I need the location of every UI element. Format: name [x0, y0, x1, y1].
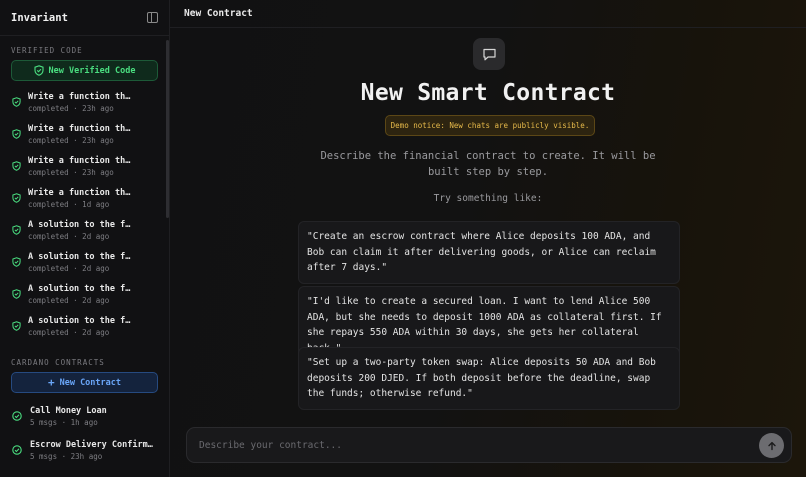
contract-input[interactable]: [199, 428, 739, 462]
contract-item-title: Escrow Delivery Confirm…: [30, 439, 153, 450]
verified-item-meta: completed · 2d ago: [28, 327, 110, 337]
sidebar-scrollbar[interactable]: [166, 40, 169, 218]
suggestion-card[interactable]: "Create an escrow contract where Alice d…: [298, 221, 680, 284]
verified-item-text: Write a function th… completed · 23h ago: [28, 124, 130, 145]
arrow-up-icon: [767, 441, 776, 450]
verified-item-meta: completed · 2d ago: [28, 263, 110, 273]
contract-item-meta: 5 msgs · 1h ago: [30, 417, 98, 427]
app-title: Invariant: [11, 11, 68, 24]
contract-item[interactable]: Call Money Loan 5 msgs · 1h ago: [0, 399, 169, 433]
page-heading: New Smart Contract: [360, 80, 616, 106]
verified-item-text: A solution to the f… completed · 2d ago: [28, 220, 130, 241]
demo-notice-badge: Demo notice: New chats are publicly visi…: [385, 115, 595, 136]
shield-check-icon: [12, 193, 21, 203]
verified-item-title: A solution to the f…: [28, 315, 131, 326]
shield-check-icon: [12, 97, 21, 107]
verified-item-title: A solution to the f…: [28, 283, 131, 294]
plus-icon: +: [47, 376, 55, 389]
verified-item-meta: completed · 23h ago: [28, 167, 114, 177]
verified-item-title: Write a function th…: [28, 91, 131, 102]
verified-item-text: A solution to the f… completed · 2d ago: [28, 252, 130, 273]
verified-item[interactable]: Write a function th… completed · 1d ago: [0, 182, 169, 214]
sidebar-header: Invariant: [0, 0, 169, 36]
circle-check-icon: [12, 411, 22, 421]
verified-item[interactable]: A solution to the f… completed · 2d ago: [0, 310, 169, 342]
shield-check-icon: [12, 321, 21, 331]
verified-item[interactable]: A solution to the f… completed · 2d ago: [0, 246, 169, 278]
verified-item-meta: completed · 2d ago: [28, 231, 110, 241]
verified-item-text: Write a function th… completed · 1d ago: [28, 188, 130, 209]
suggestion-card[interactable]: "Set up a two-party token swap: Alice de…: [298, 347, 680, 410]
verified-item-text: Write a function th… completed · 23h ago: [28, 156, 130, 177]
shield-check-icon: [12, 289, 21, 299]
verified-item[interactable]: A solution to the f… completed · 2d ago: [0, 278, 169, 310]
chat-bubble-icon: [473, 38, 505, 70]
new-contract-label: New Contract: [59, 377, 122, 388]
contract-item-text: Escrow Delivery Confirm… 5 msgs · 23h ago: [30, 440, 153, 461]
shield-check-icon: [12, 161, 21, 171]
circle-check-icon: [12, 445, 22, 455]
verified-item[interactable]: Write a function th… completed · 23h ago: [0, 150, 169, 182]
verified-item[interactable]: A solution to the f… completed · 2d ago: [0, 214, 169, 246]
topbar-title: New Contract: [184, 8, 253, 19]
verified-item-title: Write a function th…: [28, 123, 131, 134]
contract-list: Call Money Loan 5 msgs · 1h ago Escrow Del…: [0, 399, 169, 467]
verified-item[interactable]: Write a function th… completed · 23h ago: [0, 118, 169, 150]
shield-check-icon: [12, 257, 21, 267]
try-label: Try something like:: [433, 193, 543, 204]
new-contract-button[interactable]: + New Contract: [11, 372, 158, 393]
verified-item-meta: completed · 2d ago: [28, 295, 110, 305]
verified-item-title: A solution to the f…: [28, 251, 131, 262]
verified-item-text: A solution to the f… completed · 2d ago: [28, 316, 130, 337]
main-panel: New Contract New Smart Contract Demo not…: [170, 0, 806, 477]
contract-item-text: Call Money Loan 5 msgs · 1h ago: [30, 406, 107, 427]
verified-item-meta: completed · 23h ago: [28, 135, 114, 145]
contract-item-title: Call Money Loan: [30, 405, 107, 416]
verified-item-text: Write a function th… completed · 23h ago: [28, 92, 130, 113]
shield-check-icon: [33, 65, 44, 76]
verified-code-list: Write a function th… completed · 23h ago W…: [0, 86, 169, 342]
new-verified-code-label: New Verified Code: [48, 65, 136, 76]
verified-item-meta: completed · 1d ago: [28, 199, 110, 209]
verified-item-title: Write a function th…: [28, 155, 131, 166]
contracts-section-label: CARDANO CONTRACTS: [11, 358, 105, 367]
verified-item-title: Write a function th…: [28, 187, 131, 198]
contract-item[interactable]: Escrow Delivery Confirm… 5 msgs · 23h ago: [0, 433, 169, 467]
page-description: Describe the financial contract to creat…: [320, 150, 656, 178]
contract-item-meta: 5 msgs · 23h ago: [30, 451, 103, 461]
shield-check-icon: [12, 225, 21, 235]
shield-check-icon: [12, 129, 21, 139]
verified-item-text: A solution to the f… completed · 2d ago: [28, 284, 130, 305]
verified-item-title: A solution to the f…: [28, 219, 131, 230]
new-verified-code-button[interactable]: New Verified Code: [11, 60, 158, 81]
verified-section-label: VERIFIED CODE: [11, 46, 83, 55]
send-button[interactable]: [759, 433, 784, 458]
verified-item[interactable]: Write a function th… completed · 23h ago: [0, 86, 169, 118]
sidebar: Invariant VERIFIED CODE New Verified Cod…: [0, 0, 170, 477]
contract-input-box: [186, 427, 792, 463]
verified-item-meta: completed · 23h ago: [28, 103, 114, 113]
sidebar-collapse-icon[interactable]: [147, 12, 158, 23]
topbar: New Contract: [170, 0, 806, 28]
